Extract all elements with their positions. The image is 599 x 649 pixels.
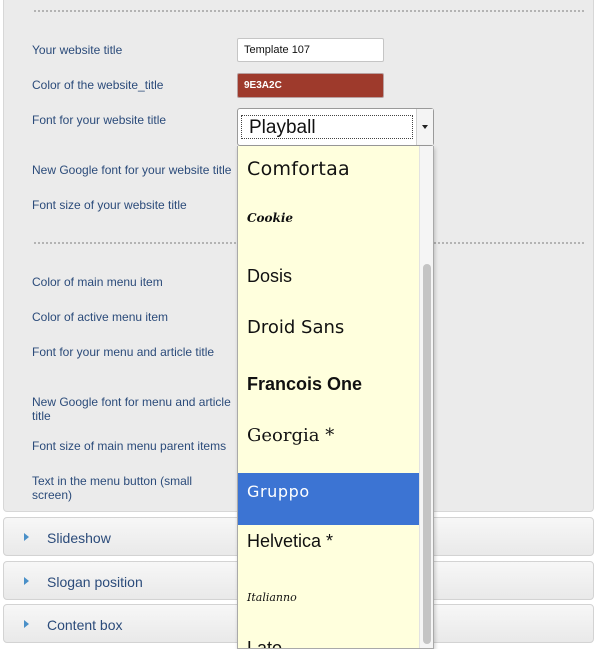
font-option-selected[interactable]: Gruppo (238, 473, 420, 525)
triangle-right-icon (24, 533, 29, 541)
active-menu-color-label: Color of active menu item (32, 310, 169, 324)
font-option[interactable]: Lato (238, 634, 420, 648)
website-title-input[interactable] (237, 38, 384, 62)
title-font-select[interactable]: Playball (237, 108, 434, 146)
menu-parent-font-size-label: Font size of main menu parent items (32, 439, 227, 453)
accordion-label: Content box (47, 617, 123, 633)
new-google-font-title-label: New Google font for your website title (32, 163, 232, 177)
divider (34, 10, 584, 12)
font-option[interactable]: Francois One (238, 370, 420, 398)
chevron-down-icon[interactable] (416, 109, 433, 145)
title-font-selected-value: Playball (241, 115, 413, 139)
dropdown-scrollbar[interactable] (419, 146, 433, 648)
scrollbar-thumb[interactable] (423, 264, 431, 644)
font-option[interactable]: Italianno (238, 586, 420, 610)
title-color-input[interactable]: 9E3A2C (237, 73, 384, 98)
website-title-label: Your website title (32, 43, 123, 57)
menu-button-text-label: Text in the menu button (small screen) (32, 474, 193, 502)
new-google-font-menu-label: New Google font for menu and article tit… (32, 395, 231, 423)
font-option[interactable]: Georgia * (238, 422, 420, 450)
triangle-right-icon (24, 620, 29, 628)
font-option[interactable]: Cookie (238, 206, 420, 230)
font-option[interactable]: Comfortaa (238, 154, 420, 184)
title-color-label: Color of the website_title (32, 78, 164, 92)
menu-article-font-label: Font for your menu and article title (32, 345, 215, 359)
font-option[interactable]: Droid Sans (238, 314, 420, 342)
accordion-label: Slideshow (47, 530, 111, 546)
accordion-label: Slogan position (47, 574, 143, 590)
triangle-right-icon (24, 577, 29, 585)
font-option[interactable]: Dosis (238, 262, 420, 290)
title-font-size-label: Font size of your website title (32, 198, 187, 212)
main-menu-color-label: Color of main menu item (32, 275, 163, 289)
font-option[interactable]: Helvetica * (238, 527, 420, 555)
font-dropdown-list[interactable]: Comfortaa Cookie Dosis Droid Sans Franco… (237, 146, 434, 649)
title-font-label: Font for your website title (32, 113, 167, 127)
